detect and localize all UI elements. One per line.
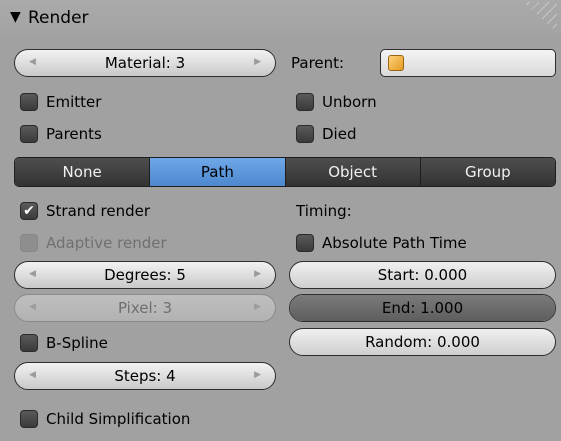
checkmark-icon[interactable]: ✔: [20, 202, 38, 220]
random-slider[interactable]: Random: 0.000: [289, 328, 556, 356]
increment-arrow-icon[interactable]: ▶: [254, 302, 261, 312]
checkbox-box[interactable]: [296, 93, 314, 111]
parents-label: Parents: [46, 125, 102, 143]
render-panel: ▼ Render ◀ Material: 3 ▶ Parent: Emitter…: [0, 0, 561, 441]
checkbox-box[interactable]: [20, 125, 38, 143]
checkbox-box[interactable]: [296, 125, 314, 143]
material-label: Material: 3: [104, 54, 186, 72]
decrement-arrow-icon[interactable]: ◀: [29, 57, 36, 67]
strand-render-label: Strand render: [46, 202, 151, 220]
parent-field[interactable]: [380, 49, 556, 77]
panel-header[interactable]: ▼ Render: [0, 0, 561, 36]
died-checkbox[interactable]: Died: [296, 123, 356, 145]
render-as-group[interactable]: Group: [420, 158, 555, 186]
collapse-triangle-icon[interactable]: ▼: [10, 9, 21, 25]
start-slider[interactable]: Start: 0.000: [289, 261, 556, 289]
drag-grip-icon[interactable]: [523, 2, 557, 32]
unborn-checkbox[interactable]: Unborn: [296, 91, 377, 113]
render-as-selector: None Path Object Group: [14, 157, 556, 187]
steps-label: Steps: 4: [114, 367, 176, 385]
checkbox-box[interactable]: [20, 234, 38, 252]
decrement-arrow-icon[interactable]: ◀: [29, 302, 36, 312]
adaptive-render-checkbox[interactable]: Adaptive render: [20, 232, 167, 254]
died-label: Died: [322, 125, 357, 143]
increment-arrow-icon[interactable]: ▶: [254, 370, 261, 380]
emitter-label: Emitter: [46, 93, 102, 111]
degrees-label: Degrees: 5: [104, 266, 186, 284]
end-label: End: 1.000: [381, 299, 464, 317]
strand-render-checkbox[interactable]: ✔ Strand render: [20, 200, 150, 222]
bspline-checkbox[interactable]: B-Spline: [20, 332, 108, 354]
random-label: Random: 0.000: [365, 333, 480, 351]
increment-arrow-icon[interactable]: ▶: [254, 57, 261, 67]
checkbox-box[interactable]: [20, 410, 38, 428]
adaptive-render-label: Adaptive render: [46, 234, 167, 252]
checkbox-box[interactable]: [296, 234, 314, 252]
start-label: Start: 0.000: [377, 266, 468, 284]
emitter-checkbox[interactable]: Emitter: [20, 91, 101, 113]
end-slider[interactable]: End: 1.000: [289, 294, 556, 322]
render-as-path[interactable]: Path: [150, 158, 286, 186]
child-simplification-label: Child Simplification: [46, 410, 191, 428]
material-field[interactable]: ◀ Material: 3 ▶: [14, 49, 276, 77]
parent-label: Parent:: [291, 54, 345, 72]
panel-title: Render: [28, 8, 89, 28]
checkbox-box[interactable]: [20, 93, 38, 111]
decrement-arrow-icon[interactable]: ◀: [29, 370, 36, 380]
child-simplification-checkbox[interactable]: Child Simplification: [20, 408, 190, 430]
parents-checkbox[interactable]: Parents: [20, 123, 102, 145]
increment-arrow-icon[interactable]: ▶: [254, 269, 261, 279]
absolute-path-time-checkbox[interactable]: Absolute Path Time: [296, 232, 467, 254]
decrement-arrow-icon[interactable]: ◀: [29, 269, 36, 279]
cube-icon: [388, 55, 404, 71]
degrees-field[interactable]: ◀ Degrees: 5 ▶: [14, 261, 276, 289]
steps-field[interactable]: ◀ Steps: 4 ▶: [14, 362, 276, 390]
render-as-none[interactable]: None: [15, 158, 151, 186]
unborn-label: Unborn: [322, 93, 377, 111]
timing-label: Timing:: [296, 202, 352, 220]
absolute-path-time-label: Absolute Path Time: [322, 234, 467, 252]
bspline-label: B-Spline: [46, 334, 108, 352]
checkbox-box[interactable]: [20, 334, 38, 352]
render-as-object[interactable]: Object: [285, 158, 421, 186]
pixel-label: Pixel: 3: [117, 299, 173, 317]
pixel-field[interactable]: ◀ Pixel: 3 ▶: [14, 294, 276, 322]
